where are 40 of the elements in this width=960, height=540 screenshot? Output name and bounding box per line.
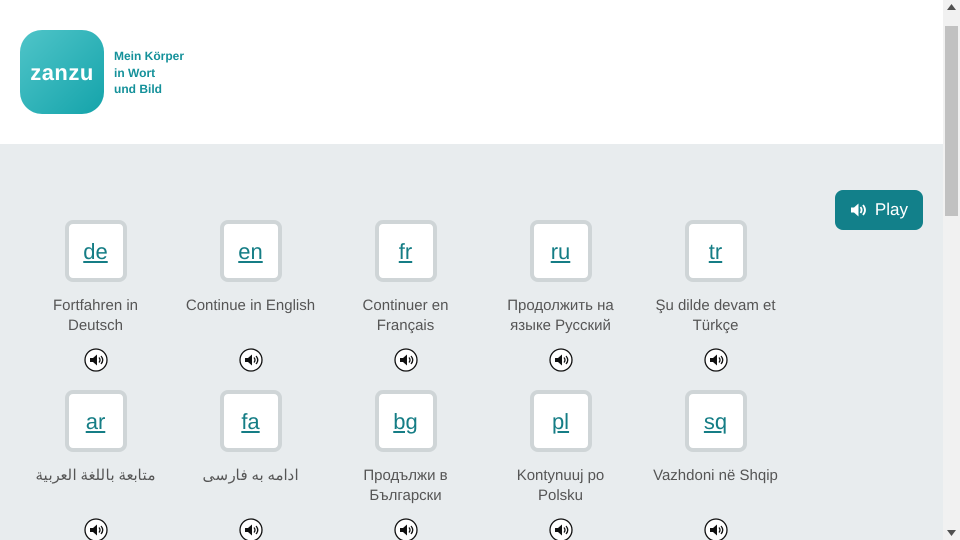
speaker-icon[interactable]	[548, 348, 572, 372]
speaker-icon[interactable]	[704, 348, 728, 372]
language-tile[interactable]: tr	[684, 220, 746, 282]
speaker-icon[interactable]	[394, 348, 418, 372]
speaker-icon[interactable]	[84, 518, 108, 540]
play-button[interactable]: Play	[834, 190, 923, 230]
language-tile[interactable]: sq	[684, 390, 746, 452]
language-label: متابعة باللغة العربية	[34, 466, 157, 486]
speaker-icon[interactable]	[704, 518, 728, 540]
language-label: Continuer en Français	[362, 296, 450, 336]
language-label: Продължи в Български	[362, 466, 449, 506]
scrollbar[interactable]	[943, 0, 960, 540]
speaker-icon[interactable]	[84, 348, 108, 372]
tagline-text: und Bild	[114, 81, 163, 98]
language-tile[interactable]: ar	[64, 390, 126, 452]
language-label: Продолжить на языке Русский	[506, 296, 615, 336]
speaker-icon[interactable]	[394, 518, 418, 540]
language-label: ادامه به فارسی	[201, 466, 300, 486]
language-tile[interactable]: de	[64, 220, 126, 282]
logo[interactable]: zanzu	[20, 30, 104, 114]
language-label: Fortfahren in Deutsch	[52, 296, 140, 336]
scroll-up-icon[interactable]	[947, 4, 956, 10]
scrollbar-thumb[interactable]	[945, 26, 958, 216]
scroll-down-icon[interactable]	[947, 530, 956, 536]
language-tile[interactable]: pl	[530, 390, 592, 452]
tagline-text: Mein Körper	[114, 48, 184, 64]
speaker-icon[interactable]	[238, 518, 262, 540]
language-label: Kontynuuj po Polsku	[516, 466, 606, 506]
language-label: Vazhdoni në Shqip	[652, 466, 779, 486]
language-tile[interactable]: bg	[374, 390, 436, 452]
language-tile[interactable]: fa	[220, 390, 282, 452]
speaker-icon[interactable]	[548, 518, 572, 540]
language-label: Continue in English	[186, 296, 316, 316]
speaker-icon	[848, 202, 867, 218]
language-label: Şu dilde devam et Türkçe	[654, 296, 777, 336]
language-tile[interactable]: ru	[530, 220, 592, 282]
language-tile[interactable]: en	[220, 220, 282, 282]
language-tile[interactable]: fr	[374, 220, 436, 282]
speaker-icon[interactable]	[238, 348, 262, 372]
tagline-text: in Wort	[114, 64, 156, 81]
